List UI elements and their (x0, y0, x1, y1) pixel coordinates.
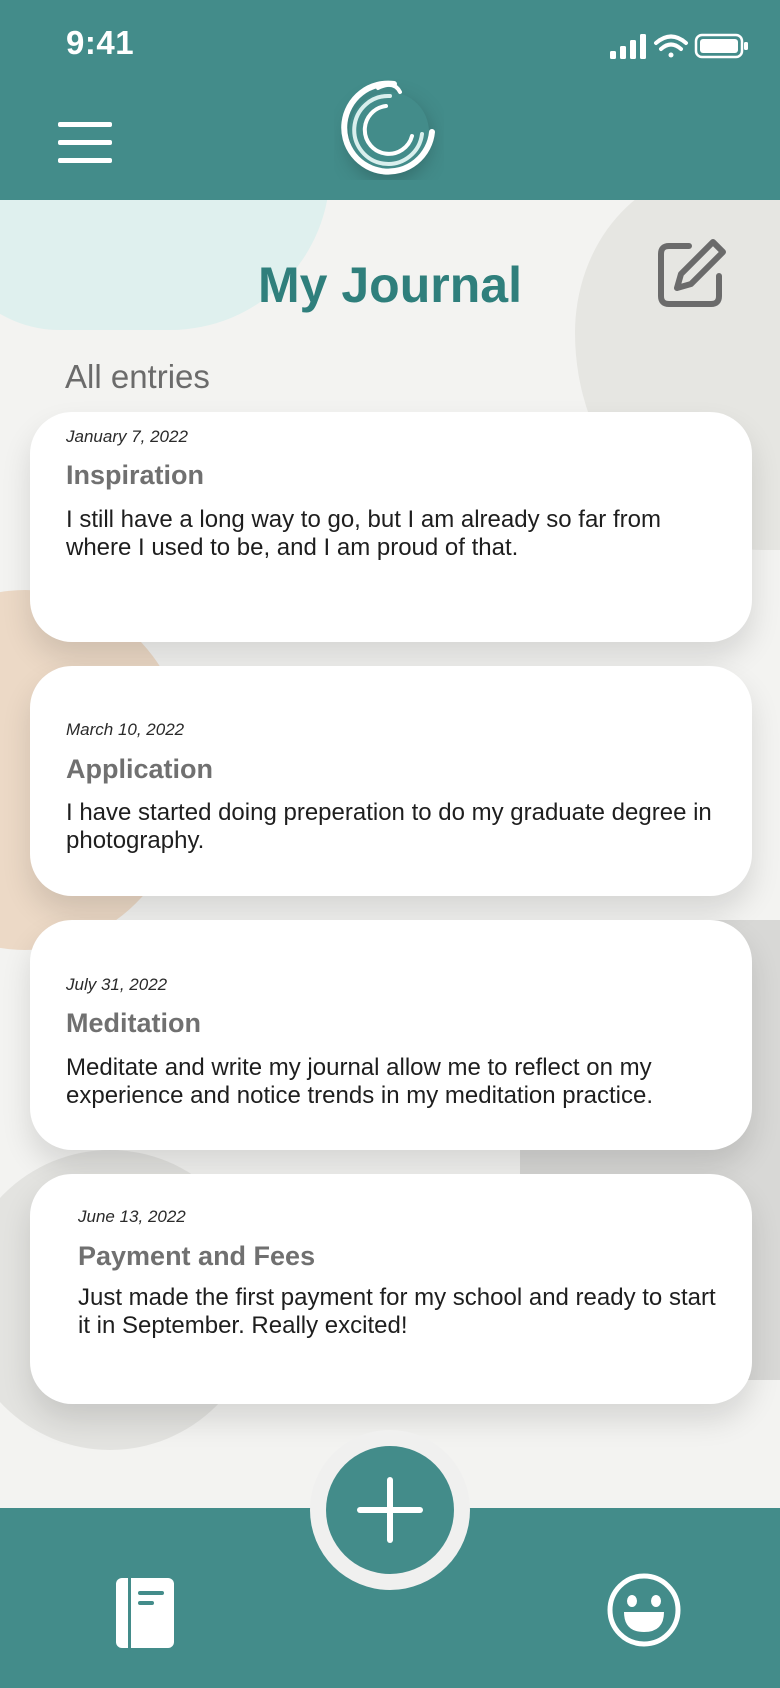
hamburger-menu-icon-bar (58, 158, 112, 163)
wifi-icon (654, 34, 688, 58)
entry-title: Application (66, 754, 213, 784)
entry-text: I have started doing preperation to do m… (66, 799, 712, 854)
hamburger-menu-icon-bar (58, 140, 112, 145)
entry-text: Meditate and write my journal allow me t… (66, 1054, 653, 1109)
entry-text: Just made the first payment for my schoo… (78, 1284, 716, 1339)
entry-date: March 10, 2022 (66, 720, 185, 739)
entry-text: I still have a long way to go, but I am … (66, 506, 661, 561)
edit-pencil-icon[interactable] (655, 238, 727, 310)
hamburger-menu-icon (58, 122, 112, 127)
journal-entry-card[interactable]: June 13, 2022 Payment and Fees Just made… (30, 1174, 752, 1404)
app-logo-swirl-icon (341, 80, 435, 175)
entry-date: January 7, 2022 (66, 427, 188, 446)
journal-entry-card[interactable]: March 10, 2022 Application I have starte… (30, 666, 752, 896)
battery-icon (694, 33, 748, 59)
status-bar-icons (610, 33, 748, 59)
cellular-signal-icon (610, 34, 646, 59)
app-header: 9:41 (0, 0, 780, 200)
entry-title: Meditation (66, 1008, 201, 1038)
journal-entry-card[interactable]: July 31, 2022 Meditation Meditate and wr… (30, 920, 752, 1150)
journal-book-icon[interactable] (116, 1578, 174, 1648)
entry-date: July 31, 2022 (66, 975, 168, 994)
add-entry-button[interactable] (326, 1446, 454, 1574)
section-label: All entries (65, 358, 210, 395)
journal-entry-card[interactable]: January 7, 2022 Inspiration I still have… (30, 412, 752, 642)
menu-button[interactable] (58, 118, 112, 168)
plus-icon (357, 1477, 423, 1543)
entry-title: Payment and Fees (78, 1241, 316, 1271)
entry-date: June 13, 2022 (78, 1207, 186, 1226)
status-time: 9:41 (66, 24, 135, 61)
journal-screen: 9:41 My Journal All entries January 7, 2… (0, 0, 780, 1688)
smiley-face-icon[interactable] (606, 1572, 682, 1648)
entry-title: Inspiration (66, 460, 205, 490)
